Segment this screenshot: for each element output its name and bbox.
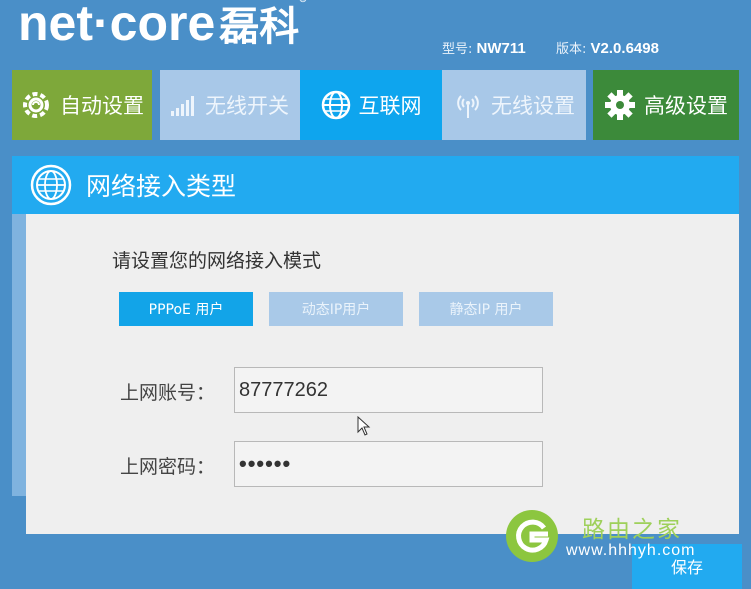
gear-icon bbox=[605, 90, 635, 120]
model-value: NW711 bbox=[476, 40, 526, 57]
logo-cn: 磊科 bbox=[219, 5, 300, 49]
tab-internet[interactable]: 互联网 bbox=[300, 70, 442, 140]
tab-auto-setup[interactable]: 自动设置 bbox=[12, 70, 152, 140]
password-label: 上网密码： bbox=[120, 456, 216, 478]
tab-internet-label: 互联网 bbox=[358, 94, 422, 118]
gear-refresh-icon bbox=[23, 92, 49, 118]
tab-wireless-settings-label: 无线设置 bbox=[491, 94, 575, 118]
panel-globe-icon bbox=[30, 164, 72, 206]
panel-title: 网络接入类型 bbox=[86, 172, 237, 201]
logo-reg: ® bbox=[299, 0, 306, 5]
access-mode-prompt: 请设置您的网络接入模式 bbox=[112, 250, 322, 272]
pppoe-button[interactable]: PPPoE 用户 bbox=[119, 292, 253, 326]
logo-text: net·core bbox=[18, 0, 216, 51]
version-value: V2.0.6498 bbox=[590, 40, 659, 57]
globe-icon bbox=[321, 90, 350, 120]
mouse-cursor-icon bbox=[357, 416, 371, 436]
tab-wireless-settings[interactable]: 无线设置 bbox=[442, 70, 586, 140]
version-label: 版本: bbox=[556, 42, 587, 57]
main-nav: 自动设置 无线开关 互联网 无线设置 高级设置 bbox=[12, 70, 739, 140]
watermark-logo-icon bbox=[506, 510, 558, 562]
brand-logo: net·core磊科® bbox=[18, 0, 307, 52]
tab-auto-setup-label: 自动设置 bbox=[60, 94, 144, 118]
watermark-text: 路由之家 bbox=[582, 517, 682, 543]
signal-bars-icon bbox=[171, 96, 194, 116]
account-label: 上网账号： bbox=[120, 382, 216, 404]
tab-advanced-settings[interactable]: 高级设置 bbox=[593, 70, 739, 140]
tab-wireless-switch[interactable]: 无线开关 bbox=[160, 70, 300, 140]
account-input[interactable]: 87777262 bbox=[234, 367, 543, 413]
model-label: 型号: bbox=[442, 42, 473, 57]
watermark-url: www.hhhyh.com bbox=[566, 542, 696, 559]
panel-side-strip bbox=[12, 196, 26, 496]
dynamic-ip-button[interactable]: 动态IP用户 bbox=[269, 292, 403, 326]
static-ip-button[interactable]: 静态IP 用户 bbox=[419, 292, 553, 326]
tab-wireless-switch-label: 无线开关 bbox=[205, 94, 289, 118]
model-info: 型号: NW711 版本: V2.0.6498 bbox=[442, 38, 659, 57]
panel-header: 网络接入类型 bbox=[12, 156, 739, 214]
wifi-antenna-icon bbox=[457, 95, 479, 118]
password-input[interactable]: •••••• bbox=[234, 441, 543, 487]
tab-advanced-settings-label: 高级设置 bbox=[644, 94, 728, 118]
